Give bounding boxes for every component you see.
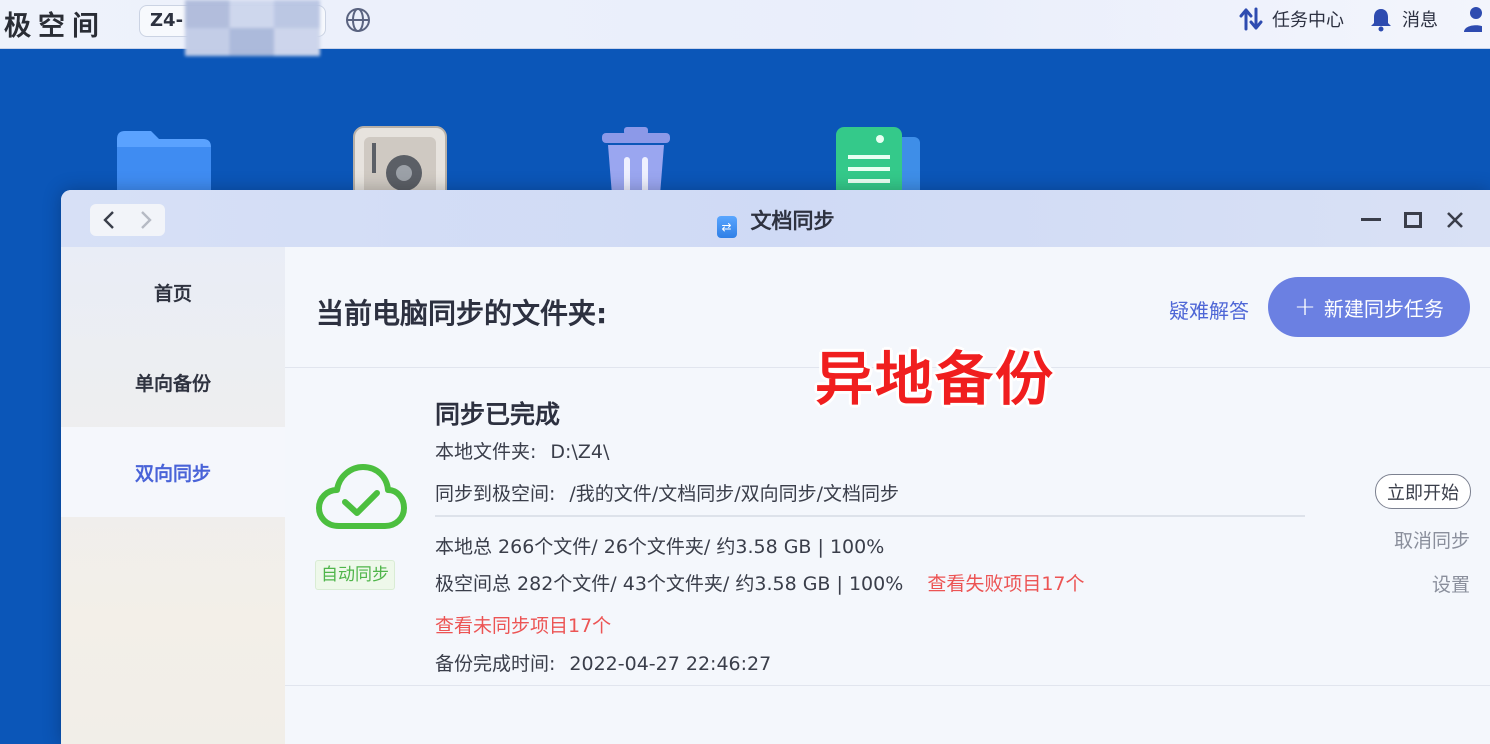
page-title: 当前电脑同步的文件夹: [316, 297, 608, 330]
faq-link[interactable]: 疑难解答 [1169, 295, 1249, 324]
user-icon [1464, 7, 1482, 32]
settings-link[interactable]: 设置 [1432, 570, 1470, 597]
remote-folder-row: 同步到极空间: /我的文件/文档同步/双向同步/文档同步 [435, 479, 899, 506]
auto-sync-badge: 自动同步 [315, 560, 395, 590]
main-content: 当前电脑同步的文件夹: 疑难解答 + 新建同步任务 自动同步 同步已完成 本地文… [285, 247, 1490, 744]
completed-time-row: 备份完成时间: 2022-04-27 22:46:27 [435, 649, 771, 676]
window-title-text: 文档同步 [750, 209, 835, 233]
task-center-button[interactable]: 任务中心 [1238, 6, 1344, 32]
completed-time-label: 备份完成时间: [435, 653, 556, 675]
local-folder-row: 本地文件夹: D:\Z4\ [435, 437, 609, 464]
task-divider [435, 515, 1305, 517]
completed-time-value: 2022-04-27 22:46:27 [569, 653, 772, 675]
sync-app-icon: ⇄ [716, 216, 737, 238]
folder-icon[interactable] [115, 125, 215, 195]
maximize-icon [1404, 212, 1422, 228]
cancel-sync-link[interactable]: 取消同步 [1394, 526, 1470, 553]
user-button[interactable] [1462, 5, 1490, 33]
remote-folder-value: /我的文件/文档同步/双向同步/文档同步 [569, 483, 900, 505]
minimize-icon [1361, 218, 1381, 221]
maximize-button[interactable] [1392, 208, 1434, 232]
window-title: ⇄ 文档同步 [61, 205, 1490, 238]
top-bar: 极空间 Z4- 任务中心 消息 [0, 0, 1490, 56]
local-folder-value: D:\Z4\ [550, 441, 610, 463]
sync-complete-cloud-icon [316, 464, 407, 529]
overlay-annotation: 异地备份 [815, 345, 1056, 413]
failed-items-link[interactable]: 查看失败项目17个 [927, 573, 1084, 595]
local-stats: 本地总 266个文件/ 26个文件夹/ 约3.58 GB | 100% [435, 536, 885, 558]
messages-button[interactable]: 消息 [1368, 6, 1438, 32]
trash-icon[interactable] [598, 125, 674, 195]
minimize-button[interactable] [1350, 208, 1392, 232]
redacted-mosaic [185, 0, 320, 56]
globe-icon[interactable] [344, 6, 372, 34]
messages-label: 消息 [1402, 10, 1438, 31]
remote-stats: 极空间总 282个文件/ 43个文件夹/ 约3.58 GB | 100% [435, 573, 904, 595]
remote-stats-row: 极空间总 282个文件/ 43个文件夹/ 约3.58 GB | 100% 查看失… [435, 569, 1085, 596]
unsynced-items-link[interactable]: 查看未同步项目17个 [435, 611, 611, 638]
app-logo: 极空间 [4, 11, 106, 42]
device-name: Z4- [150, 10, 184, 31]
sidebar-item-one-way-backup[interactable]: 单向备份 [61, 337, 285, 427]
bell-icon [1371, 9, 1391, 32]
sidebar-item-two-way-sync[interactable]: 双向同步 [61, 427, 285, 517]
task-center-label: 任务中心 [1272, 10, 1344, 31]
sidebar-item-home[interactable]: 首页 [61, 247, 285, 337]
close-icon [1447, 212, 1463, 228]
divider [285, 685, 1490, 686]
sidebar: 首页 单向备份 双向同步 [61, 247, 285, 744]
start-now-button[interactable]: 立即开始 [1375, 474, 1471, 509]
safe-icon[interactable] [352, 125, 448, 195]
document-sync-window: ⇄ 文档同步 首页 单向备份 双向同步 当前电脑同步的文件夹: 疑难解答 + 新… [61, 190, 1490, 744]
document-sync-app-icon[interactable] [828, 125, 924, 195]
new-sync-task-button[interactable]: + 新建同步任务 [1268, 277, 1470, 337]
plus-icon: + [1294, 292, 1316, 322]
sync-status: 同步已完成 [435, 400, 561, 429]
transfer-icon [1239, 7, 1263, 31]
close-button[interactable] [1434, 208, 1476, 232]
remote-folder-label: 同步到极空间: [435, 483, 556, 505]
local-folder-label: 本地文件夹: [435, 441, 537, 463]
window-titlebar[interactable]: ⇄ 文档同步 [61, 190, 1490, 247]
new-sync-task-label: 新建同步任务 [1323, 296, 1444, 321]
